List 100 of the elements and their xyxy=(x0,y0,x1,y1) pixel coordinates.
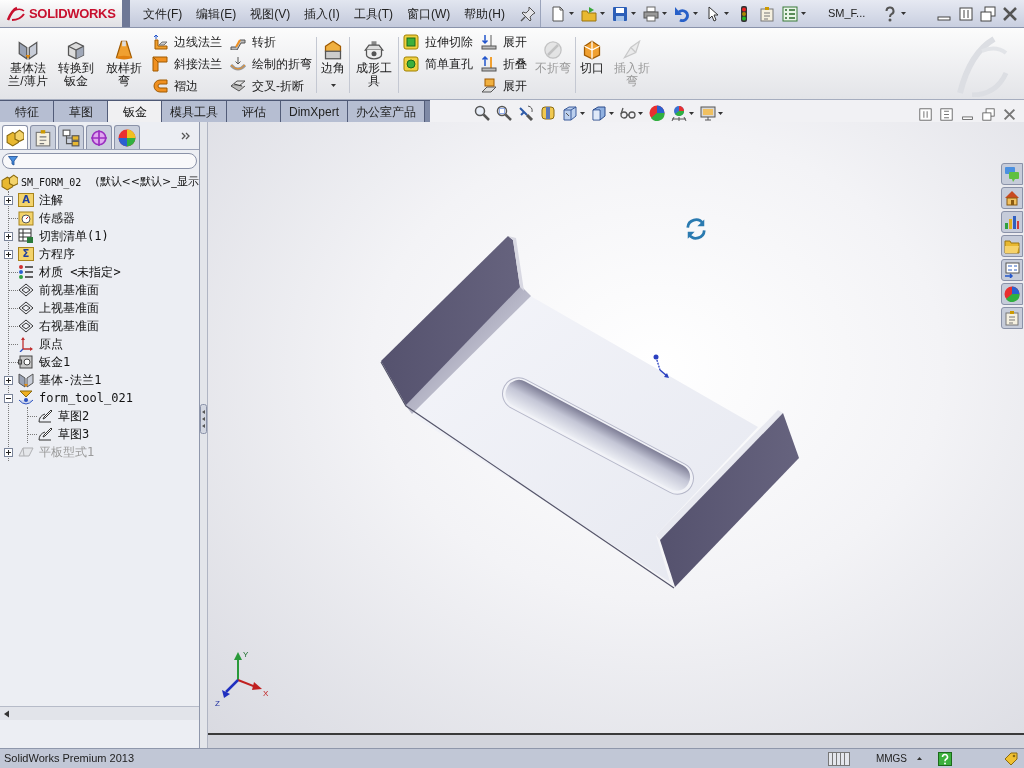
panel-tab[interactable] xyxy=(2,125,28,149)
command-tab[interactable]: 模具工具 xyxy=(162,101,227,122)
plus-box-icon[interactable] xyxy=(4,375,13,385)
tree-item-label[interactable]: 前视基准面 xyxy=(39,282,99,298)
tree-item-label[interactable]: 右视基准面 xyxy=(39,318,99,334)
panel-tab[interactable] xyxy=(86,125,112,149)
ribbon-button[interactable]: 边角 xyxy=(320,31,346,99)
command-tab[interactable]: 草图 xyxy=(54,101,108,122)
tree-item-label[interactable]: 原点 xyxy=(39,336,63,352)
plus-box-icon[interactable] xyxy=(4,231,13,241)
task-pane-tab[interactable] xyxy=(1001,307,1023,329)
view-tool-button[interactable] xyxy=(474,105,490,121)
ribbon-button[interactable]: 展开 xyxy=(480,31,528,53)
ribbon-button[interactable]: 简单直孔 xyxy=(402,53,474,75)
view-tool-button[interactable] xyxy=(496,105,512,121)
ribbon-button[interactable]: 褶边 xyxy=(151,75,223,97)
ribbon-button[interactable]: 基体法兰/薄片 xyxy=(7,31,49,99)
tree-item-label[interactable]: 草图2 xyxy=(58,408,90,424)
close-icon[interactable] xyxy=(1003,108,1016,121)
tree-item-label[interactable]: 上视基准面 xyxy=(39,300,99,316)
splitter-handle[interactable] xyxy=(200,404,207,434)
menu-item[interactable]: 窗口(W) xyxy=(402,2,456,25)
tree-item-label[interactable]: form_tool_021 xyxy=(39,390,133,406)
hook-icon xyxy=(152,78,168,94)
panel-tab[interactable] xyxy=(30,125,56,149)
ribbon-button[interactable]: 拉伸切除 xyxy=(402,31,474,53)
view-tool-button[interactable] xyxy=(620,105,643,121)
units-label[interactable]: MMGS xyxy=(875,751,907,766)
tile-left-icon[interactable] xyxy=(919,108,932,121)
task-pane-tab[interactable] xyxy=(1001,283,1023,305)
tree-item-label[interactable]: 材质 <未指定> xyxy=(39,264,121,280)
ribbon-button[interactable]: 斜接法兰 xyxy=(151,53,223,75)
caret-icon xyxy=(330,84,336,87)
panel-tab[interactable] xyxy=(58,125,84,149)
caret-icon xyxy=(609,111,614,115)
menu-item[interactable]: 编辑(E) xyxy=(191,2,242,25)
ribbon-button[interactable]: 切口 xyxy=(579,31,605,99)
panel-tab[interactable] xyxy=(114,125,140,149)
ribbon-button[interactable]: 展开 xyxy=(480,75,528,97)
pushpin-icon[interactable] xyxy=(520,5,536,22)
tree-diagram-icon xyxy=(62,128,80,147)
double-chevron-icon[interactable] xyxy=(181,131,191,140)
square-cut-icon xyxy=(403,34,419,50)
folder-icon xyxy=(581,5,597,22)
tree-item-label[interactable]: 方程序 xyxy=(39,246,75,262)
minus-box-icon[interactable] xyxy=(4,393,13,403)
tree-item-label[interactable]: 基体-法兰1 xyxy=(39,372,102,388)
ribbon-button[interactable]: 交叉-折断 xyxy=(229,75,313,97)
part-name[interactable]: SM_FORM_02 xyxy=(21,174,82,190)
menu-item[interactable]: 插入(I) xyxy=(299,2,345,25)
view-tool-button[interactable] xyxy=(671,105,694,121)
restore-icon[interactable] xyxy=(980,5,996,22)
command-tab[interactable]: 办公室产品 xyxy=(348,101,425,122)
tile-right-icon[interactable] xyxy=(940,108,953,121)
tree-item-label[interactable]: 传感器 xyxy=(39,210,75,226)
menu-item[interactable]: 视图(V) xyxy=(245,2,296,25)
task-pane-tab[interactable] xyxy=(1001,259,1023,281)
command-tab[interactable]: 特征 xyxy=(0,101,54,122)
view-cube-icon xyxy=(562,105,578,121)
view-tool-button[interactable] xyxy=(591,105,614,121)
task-pane-tab[interactable] xyxy=(1001,211,1023,233)
plus-box-icon[interactable] xyxy=(4,249,13,259)
tree-item-label[interactable]: 切割清单(1) xyxy=(39,228,109,244)
ribbon-button[interactable]: 绘制的折弯 xyxy=(229,53,313,75)
down-arrow-plate-icon xyxy=(481,34,497,50)
tree-item-label[interactable]: 钣金1 xyxy=(39,354,71,370)
command-tab[interactable]: 钣金 xyxy=(108,101,162,122)
ribbon-button[interactable]: 折叠 xyxy=(480,53,528,75)
status-text: SolidWorks Premium 2013 xyxy=(4,751,134,767)
ribbon-button[interactable]: 边线法兰 xyxy=(151,31,223,53)
task-pane-tab[interactable] xyxy=(1001,187,1023,209)
crosshair-icon xyxy=(90,128,108,147)
folder-letter: A xyxy=(18,193,34,207)
plus-box-icon[interactable] xyxy=(4,195,13,205)
tree-item-label[interactable]: 注解 xyxy=(39,192,63,208)
slashed-disc-icon xyxy=(543,40,563,60)
menu-item[interactable]: 帮助(H) xyxy=(459,2,510,25)
view-tool-button[interactable] xyxy=(700,105,723,121)
command-tab[interactable]: DimXpert xyxy=(281,101,348,122)
view-tool-button[interactable] xyxy=(518,105,534,121)
ribbon-button[interactable]: 放样折弯 xyxy=(103,31,145,99)
menu-item[interactable]: 工具(T) xyxy=(348,2,398,25)
ribbon-button[interactable]: 转换到钣金 xyxy=(55,31,97,99)
menu-item[interactable]: 文件(F) xyxy=(138,2,188,25)
restore-icon[interactable] xyxy=(982,108,995,121)
filter-field[interactable] xyxy=(2,153,197,169)
view-tool-button[interactable] xyxy=(649,105,665,121)
view-tool-button[interactable] xyxy=(562,105,585,121)
command-tab[interactable]: 评估 xyxy=(227,101,281,122)
caret-icon xyxy=(662,12,667,15)
view-tool-button[interactable] xyxy=(540,105,556,121)
pointer-icon xyxy=(705,5,721,22)
plus-box-icon[interactable] xyxy=(4,447,13,457)
ribbon-button[interactable]: 转折 xyxy=(229,31,313,53)
tile-icon[interactable] xyxy=(958,5,974,22)
horizontal-scrollbar[interactable] xyxy=(0,706,199,720)
ribbon-button[interactable]: 成形工具 xyxy=(353,31,395,99)
cylinder-icon xyxy=(540,105,556,121)
close-icon[interactable] xyxy=(1002,5,1018,22)
tree-item-label[interactable]: 草图3 xyxy=(58,426,90,442)
